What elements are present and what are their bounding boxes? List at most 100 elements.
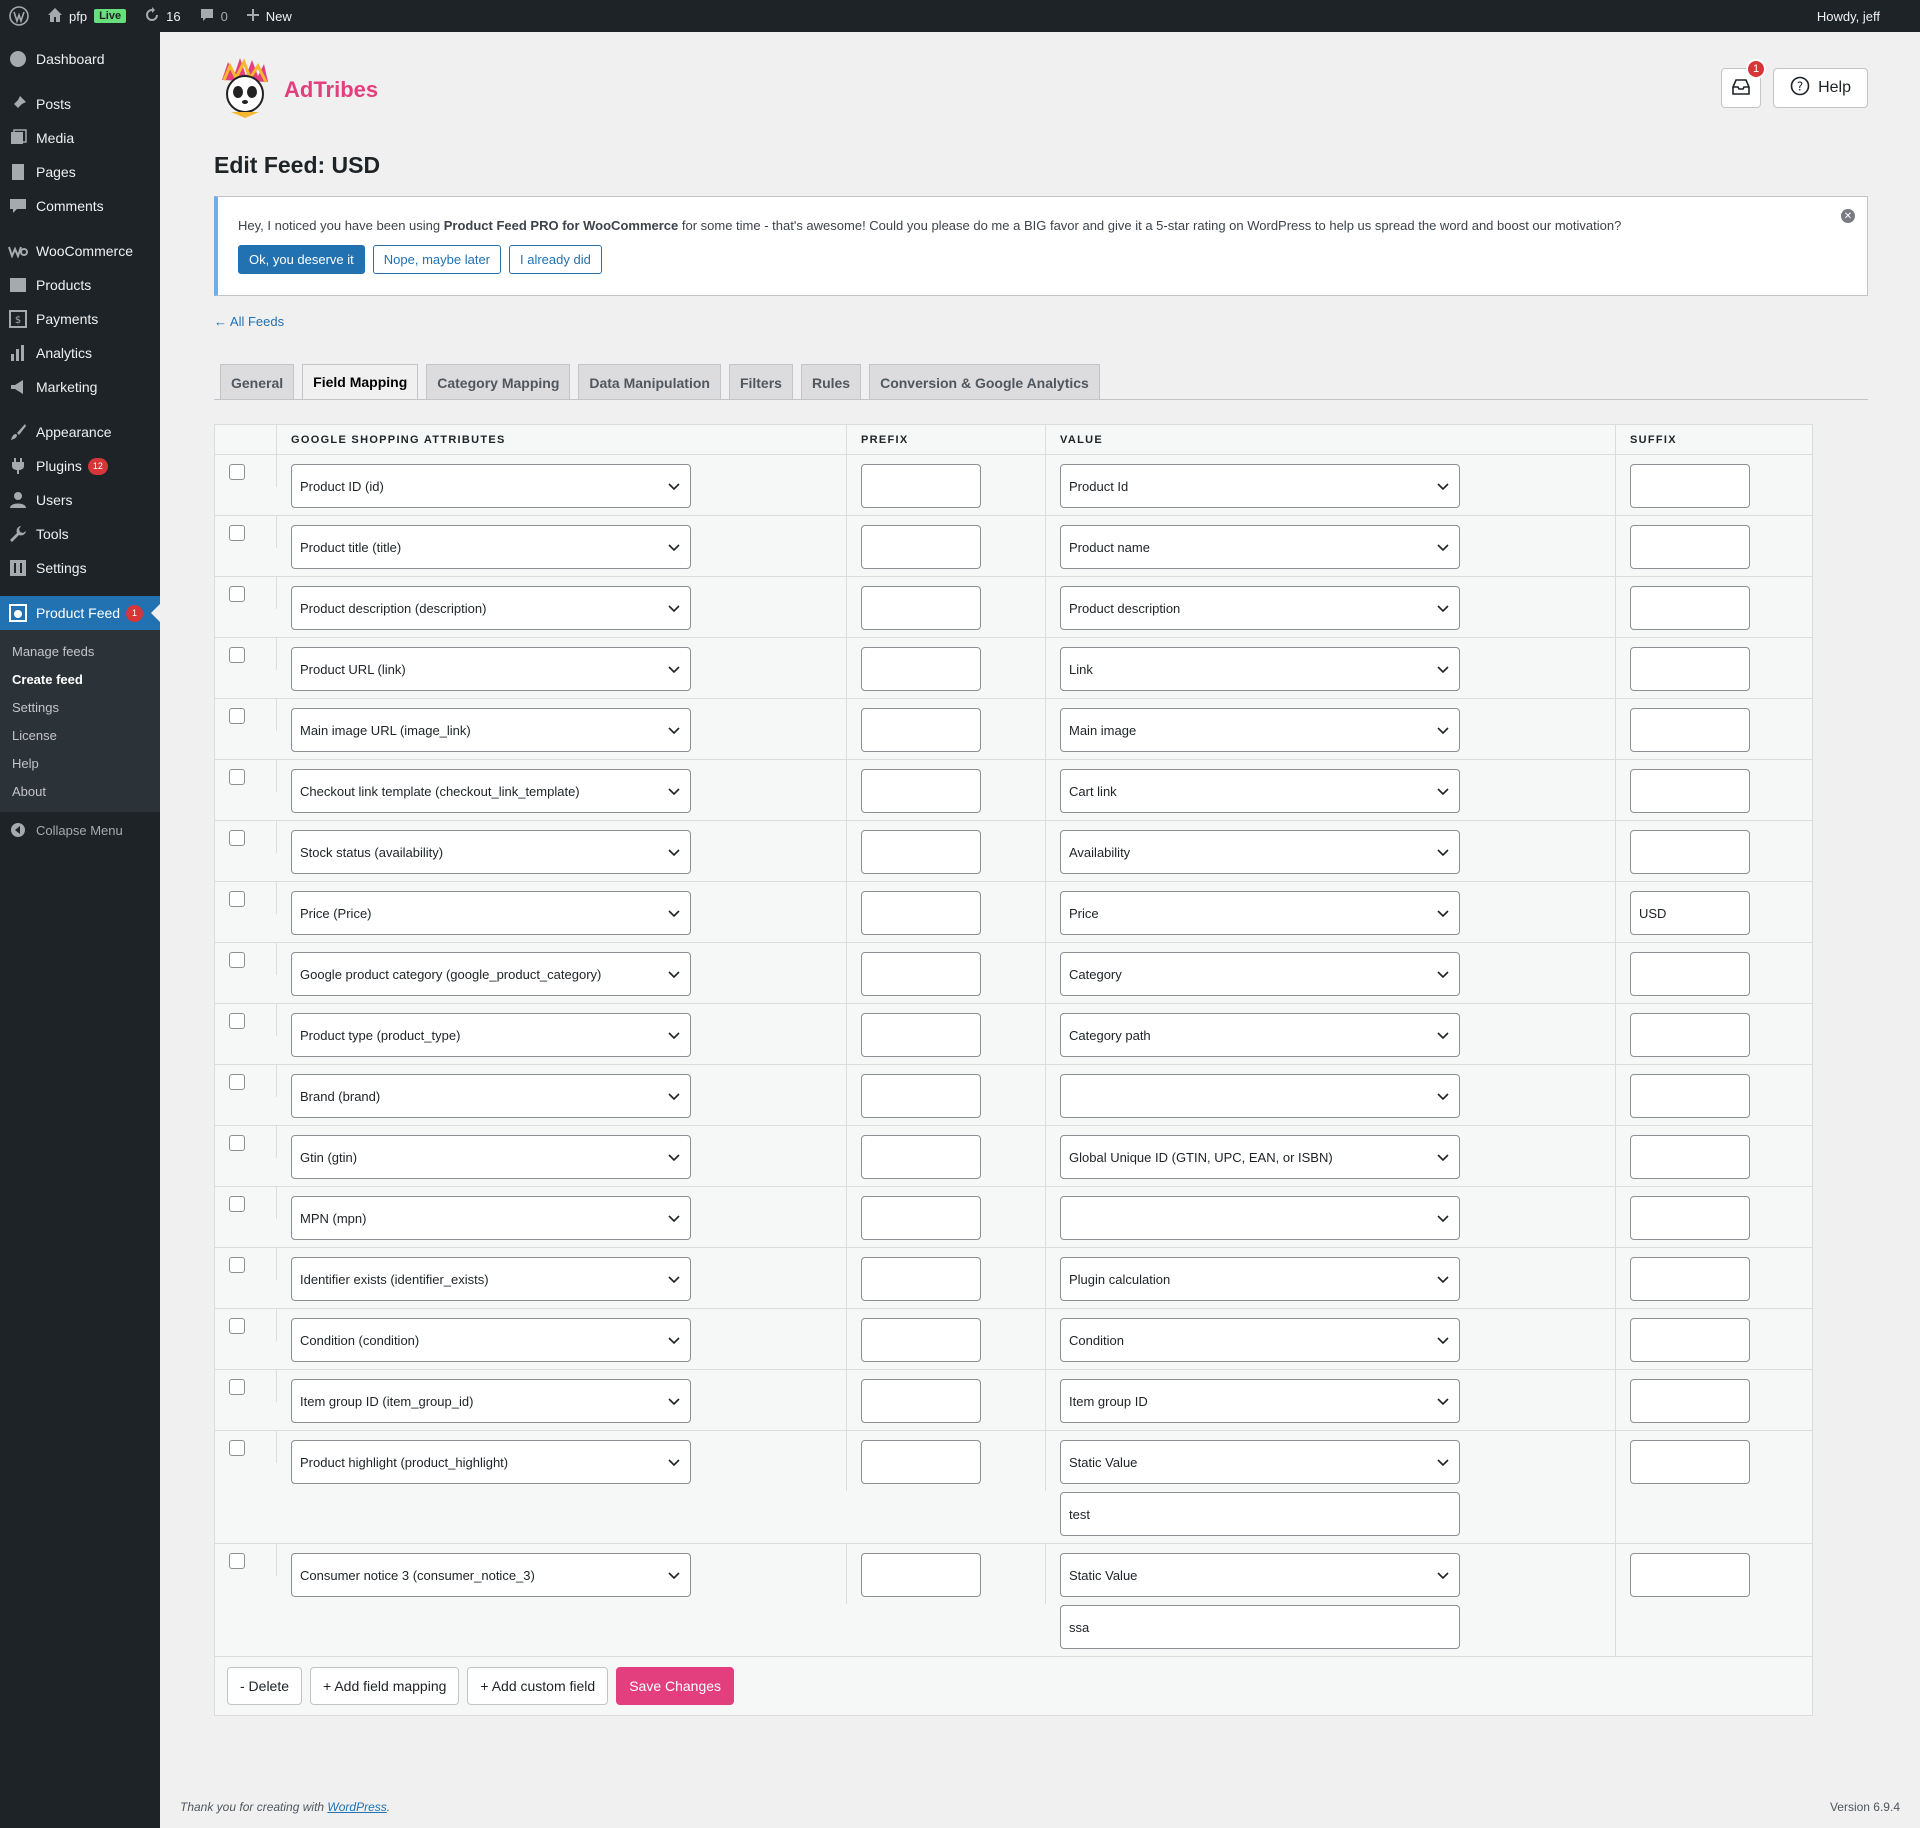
menu-settings[interactable]: Settings: [0, 551, 160, 585]
prefix-input[interactable]: [861, 647, 981, 691]
row-checkbox[interactable]: [229, 1257, 245, 1273]
menu-dashboard[interactable]: Dashboard: [0, 42, 160, 76]
prefix-input[interactable]: [861, 1553, 981, 1597]
row-checkbox[interactable]: [229, 647, 245, 663]
prefix-input[interactable]: [861, 586, 981, 630]
suffix-input[interactable]: [1630, 708, 1750, 752]
add-custom-field-button[interactable]: + Add custom field: [467, 1667, 609, 1705]
menu-products[interactable]: Products: [0, 268, 160, 302]
menu-media[interactable]: Media: [0, 121, 160, 155]
attribute-select[interactable]: Product type (product_type): [291, 1013, 691, 1057]
submenu-license[interactable]: License: [0, 721, 160, 749]
row-checkbox[interactable]: [229, 1318, 245, 1334]
attribute-select[interactable]: Google product category (google_product_…: [291, 952, 691, 996]
comments-link[interactable]: 0: [190, 0, 237, 32]
menu-tools[interactable]: Tools: [0, 517, 160, 551]
inbox-button[interactable]: 1: [1721, 59, 1767, 108]
value-select[interactable]: [1060, 1196, 1460, 1240]
rate-later-button[interactable]: Nope, maybe later: [372, 245, 502, 274]
prefix-input[interactable]: [861, 464, 981, 508]
help-button[interactable]: ? Help: [1773, 68, 1868, 108]
new-content-link[interactable]: New: [237, 0, 301, 32]
row-checkbox[interactable]: [229, 586, 245, 602]
suffix-input[interactable]: [1630, 1196, 1750, 1240]
attribute-select[interactable]: Product description (description): [291, 586, 691, 630]
tab-category-mapping[interactable]: Category Mapping: [426, 364, 571, 400]
updates-link[interactable]: 16: [135, 0, 189, 32]
menu-appearance[interactable]: Appearance: [0, 415, 160, 449]
value-select[interactable]: [1060, 1074, 1460, 1118]
tab-field-mapping[interactable]: Field Mapping: [302, 364, 419, 400]
menu-analytics[interactable]: Analytics: [0, 336, 160, 370]
attribute-select[interactable]: Product highlight (product_highlight): [291, 1440, 691, 1484]
site-name-link[interactable]: pfp Live: [38, 0, 135, 32]
row-checkbox[interactable]: [229, 830, 245, 846]
menu-plugins[interactable]: Plugins 12: [0, 449, 160, 483]
attribute-select[interactable]: Consumer notice 3 (consumer_notice_3): [291, 1553, 691, 1597]
row-checkbox[interactable]: [229, 1553, 245, 1569]
prefix-input[interactable]: [861, 952, 981, 996]
static-value-input[interactable]: test: [1060, 1492, 1460, 1536]
suffix-input[interactable]: [1630, 1013, 1750, 1057]
menu-woocommerce[interactable]: WooCommerce: [0, 234, 160, 268]
suffix-input[interactable]: USD: [1630, 891, 1750, 935]
suffix-input[interactable]: [1630, 1553, 1750, 1597]
value-select[interactable]: Cart link: [1060, 769, 1460, 813]
attribute-select[interactable]: Product URL (link): [291, 647, 691, 691]
suffix-input[interactable]: [1630, 525, 1750, 569]
suffix-input[interactable]: [1630, 1257, 1750, 1301]
row-checkbox[interactable]: [229, 1013, 245, 1029]
attribute-select[interactable]: Item group ID (item_group_id): [291, 1379, 691, 1423]
tab-conversion-google-analytics[interactable]: Conversion & Google Analytics: [869, 364, 1100, 400]
all-feeds-link[interactable]: ← All Feeds: [214, 314, 284, 329]
tab-rules[interactable]: Rules: [800, 364, 862, 400]
value-select[interactable]: Product Id: [1060, 464, 1460, 508]
menu-payments[interactable]: $ Payments: [0, 302, 160, 336]
rate-yes-button[interactable]: Ok, you deserve it: [238, 245, 365, 274]
menu-marketing[interactable]: Marketing: [0, 370, 160, 404]
value-select[interactable]: Main image: [1060, 708, 1460, 752]
value-select[interactable]: Product description: [1060, 586, 1460, 630]
suffix-input[interactable]: [1630, 647, 1750, 691]
menu-pages[interactable]: Pages: [0, 155, 160, 189]
value-select[interactable]: Category: [1060, 952, 1460, 996]
submenu-about[interactable]: About: [0, 777, 160, 805]
attribute-select[interactable]: Identifier exists (identifier_exists): [291, 1257, 691, 1301]
suffix-input[interactable]: [1630, 1318, 1750, 1362]
menu-comments[interactable]: Comments: [0, 189, 160, 223]
row-checkbox[interactable]: [229, 1135, 245, 1151]
menu-posts[interactable]: Posts: [0, 87, 160, 121]
rate-done-button[interactable]: I already did: [509, 245, 602, 274]
row-checkbox[interactable]: [229, 464, 245, 480]
tab-general[interactable]: General: [220, 364, 295, 400]
value-select[interactable]: Price: [1060, 891, 1460, 935]
prefix-input[interactable]: [861, 1135, 981, 1179]
value-select[interactable]: Static Value: [1060, 1440, 1460, 1484]
collapse-menu-button[interactable]: Collapse Menu: [0, 812, 160, 848]
attribute-select[interactable]: Condition (condition): [291, 1318, 691, 1362]
attribute-select[interactable]: Checkout link template (checkout_link_te…: [291, 769, 691, 813]
value-select[interactable]: Item group ID: [1060, 1379, 1460, 1423]
menu-users[interactable]: Users: [0, 483, 160, 517]
value-select[interactable]: Category path: [1060, 1013, 1460, 1057]
suffix-input[interactable]: [1630, 769, 1750, 813]
value-select[interactable]: Static Value: [1060, 1553, 1460, 1597]
prefix-input[interactable]: [861, 708, 981, 752]
prefix-input[interactable]: [861, 1379, 981, 1423]
attribute-select[interactable]: Price (Price): [291, 891, 691, 935]
row-checkbox[interactable]: [229, 1379, 245, 1395]
suffix-input[interactable]: [1630, 952, 1750, 996]
wordpress-link[interactable]: WordPress: [327, 1800, 386, 1814]
submenu-help[interactable]: Help: [0, 749, 160, 777]
prefix-input[interactable]: [861, 1013, 981, 1057]
row-checkbox[interactable]: [229, 1440, 245, 1456]
row-checkbox[interactable]: [229, 708, 245, 724]
value-select[interactable]: Global Unique ID (GTIN, UPC, EAN, or ISB…: [1060, 1135, 1460, 1179]
value-select[interactable]: Availability: [1060, 830, 1460, 874]
suffix-input[interactable]: [1630, 830, 1750, 874]
prefix-input[interactable]: [861, 830, 981, 874]
prefix-input[interactable]: [861, 1440, 981, 1484]
value-select[interactable]: Link: [1060, 647, 1460, 691]
submenu-create-feed[interactable]: Create feed: [0, 665, 160, 693]
prefix-input[interactable]: [861, 769, 981, 813]
